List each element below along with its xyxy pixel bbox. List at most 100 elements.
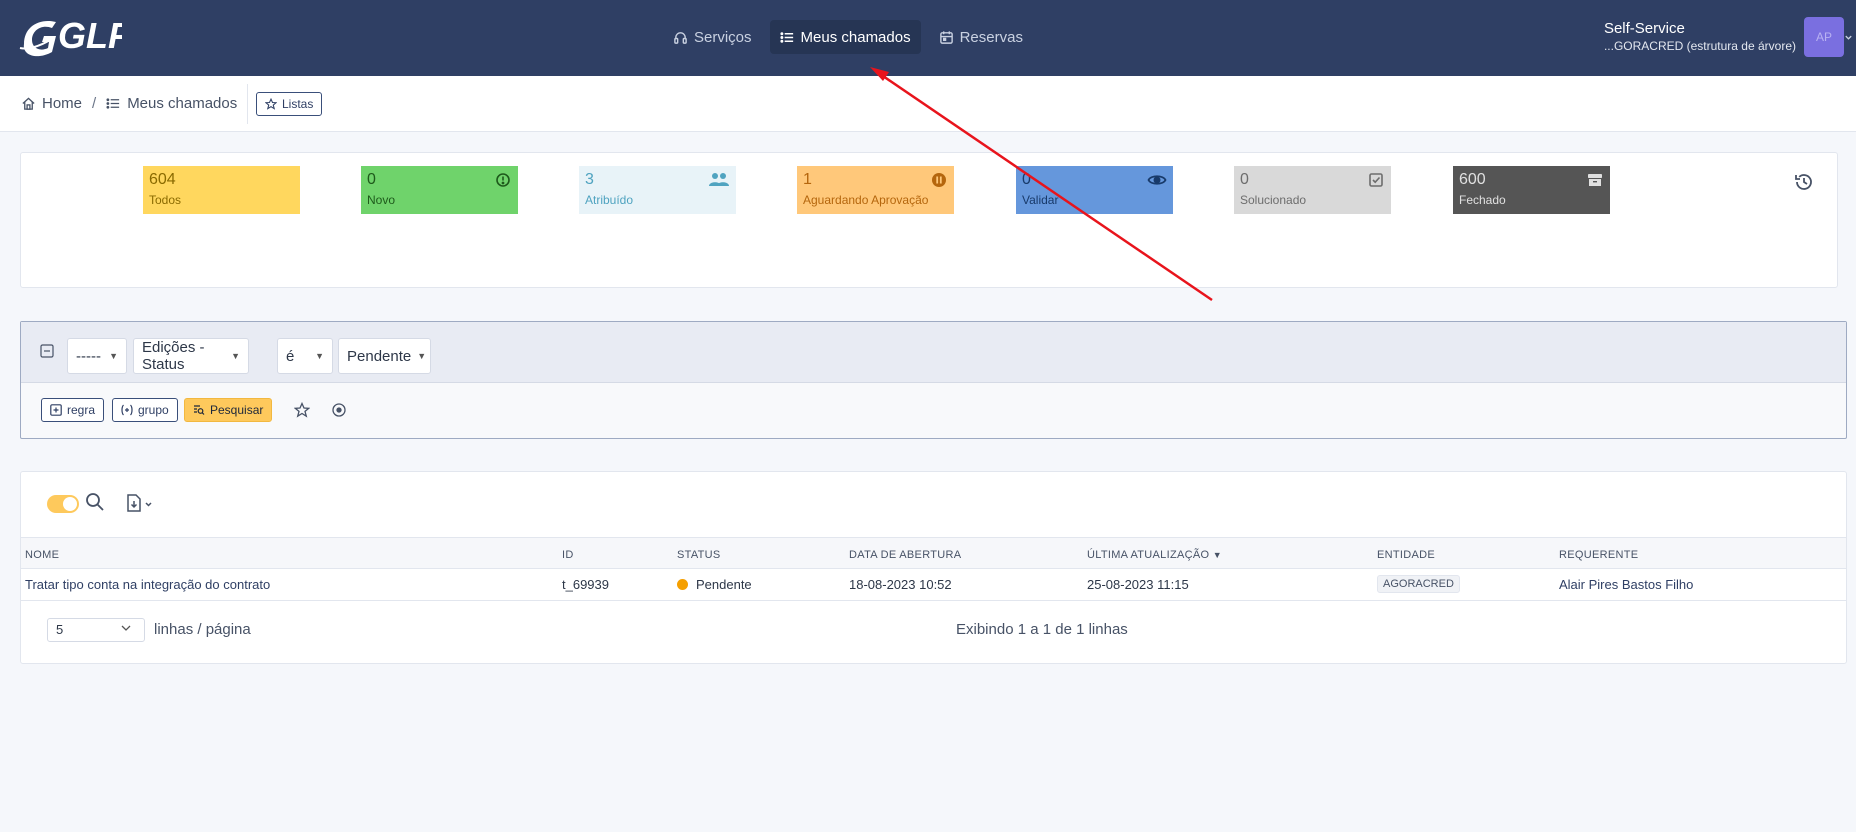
divider xyxy=(247,84,248,124)
tile-count: 1 xyxy=(803,171,812,188)
status-tile-solucionado[interactable]: 0 Solucionado xyxy=(1234,166,1391,214)
pause-circle-icon xyxy=(932,173,946,187)
column-header-requerente[interactable]: REQUERENTE xyxy=(1559,549,1638,561)
export-icon[interactable] xyxy=(125,493,155,513)
alert-circle-icon xyxy=(496,173,510,187)
main-nav: Serviços Meus chamados Reservas xyxy=(663,20,1033,54)
nav-label: Reservas xyxy=(959,28,1023,46)
status-tile-validar[interactable]: 0 Validar xyxy=(1016,166,1173,214)
table-header: NOME ID STATUS DATA DE ABERTURA ÚLTIMA A… xyxy=(21,537,1846,569)
status-tile-fechado[interactable]: 600 Fechado xyxy=(1453,166,1610,214)
breadcrumb: Home / Meus chamados xyxy=(21,95,237,112)
lists-button-label: Listas xyxy=(282,97,314,111)
column-header-data-abertura[interactable]: DATA DE ABERTURA xyxy=(849,549,961,561)
nav-label: Meus chamados xyxy=(800,28,911,46)
search-operator-select[interactable]: é ▼ xyxy=(277,338,333,374)
tile-label: Atribuído xyxy=(585,193,634,207)
tile-label: Fechado xyxy=(1459,193,1506,207)
star-icon xyxy=(265,98,277,110)
search-submit-button[interactable]: Pesquisar xyxy=(184,398,273,422)
list-icon xyxy=(106,98,120,109)
column-header-id[interactable]: ID xyxy=(562,549,574,561)
status-tile-aguardando-aprovacao[interactable]: 1 Aguardando Aprovação xyxy=(797,166,954,214)
breadcrumb-current[interactable]: Meus chamados xyxy=(127,95,237,112)
select-value: Edições - Status xyxy=(142,339,205,373)
status-tile-todos[interactable]: 604 Todos xyxy=(143,166,300,214)
chevron-down-icon: ▼ xyxy=(231,351,240,361)
nav-label: Serviços xyxy=(694,28,752,46)
results-panel: NOME ID STATUS DATA DE ABERTURA ÚLTIMA A… xyxy=(20,471,1847,664)
ticket-updated-date: 25-08-2023 11:15 xyxy=(1087,577,1189,592)
list-icon xyxy=(779,31,793,43)
tile-label: Aguardando Aprovação xyxy=(803,193,929,207)
add-rule-button[interactable]: regra xyxy=(41,398,105,422)
filter-search-icon xyxy=(194,405,205,415)
sort-desc-icon: ▼ xyxy=(1212,550,1222,560)
rows-per-page-select[interactable]: 5 xyxy=(47,618,145,642)
select-value: ----- xyxy=(76,347,101,365)
status-tile-novo[interactable]: 0 Novo xyxy=(361,166,518,214)
tile-label: Novo xyxy=(367,193,396,207)
tile-count: 0 xyxy=(1022,171,1031,188)
column-header-status[interactable]: STATUS xyxy=(677,549,721,561)
search-criteria-panel: ----- ▼ Edições - Status ▼ é ▼ Pendente ▼ re… xyxy=(20,321,1847,439)
search-value-select[interactable]: Pendente ▼ xyxy=(338,338,431,374)
plus-group-icon xyxy=(121,404,133,416)
column-header-entidade[interactable]: ENTIDADE xyxy=(1377,549,1435,561)
breadcrumb-home[interactable]: Home xyxy=(42,95,82,112)
lists-button[interactable]: Listas xyxy=(256,92,323,116)
select-value: Pendente xyxy=(347,347,412,365)
nav-item-meus-chamados[interactable]: Meus chamados xyxy=(769,20,921,54)
history-icon[interactable] xyxy=(1793,171,1815,193)
breadcrumb-bar: Home / Meus chamados Listas xyxy=(0,76,1856,132)
ticket-opened-date: 18-08-2023 10:52 xyxy=(849,577,952,592)
search-criteria-select[interactable]: Edições - Status ▼ xyxy=(133,338,249,374)
status-pending-icon xyxy=(677,579,688,590)
entity-badge: AGORACRED xyxy=(1377,575,1460,593)
users-icon xyxy=(709,173,729,186)
select-value: 5 xyxy=(56,622,64,637)
select-value: é xyxy=(286,347,295,365)
collapse-icon[interactable] xyxy=(40,344,54,358)
nav-item-servicos[interactable]: Serviços xyxy=(663,20,762,54)
display-toggle[interactable] xyxy=(47,495,79,513)
ticket-name-link[interactable]: Tratar tipo conta na integração do contr… xyxy=(25,577,270,592)
search-submit-label: Pesquisar xyxy=(210,403,264,417)
tile-count: 604 xyxy=(149,171,176,188)
column-header-nome[interactable]: NOME xyxy=(25,549,59,561)
logo-text: GLPI xyxy=(58,15,122,56)
search-icon[interactable] xyxy=(85,492,105,512)
checkbox-icon xyxy=(1369,173,1383,187)
tile-count: 0 xyxy=(367,171,376,188)
ticket-id: t_69939 xyxy=(562,577,609,592)
tile-count: 0 xyxy=(1240,171,1249,188)
status-summary-card: 604 Todos 0 Novo 3 Atribuído 1 Aguardand… xyxy=(20,152,1838,288)
breadcrumb-separator: / xyxy=(92,95,97,112)
star-icon[interactable] xyxy=(294,402,310,418)
column-header-ultima-atualizacao[interactable]: ÚLTIMA ATUALIZAÇÃO ▼ xyxy=(1087,549,1222,561)
chevron-down-icon xyxy=(121,625,131,631)
status-label: Pendente xyxy=(696,577,752,592)
chevron-down-icon[interactable] xyxy=(1844,17,1856,57)
add-group-button[interactable]: grupo xyxy=(112,398,178,422)
search-field-select[interactable]: ----- ▼ xyxy=(67,338,127,374)
nav-item-reservas[interactable]: Reservas xyxy=(929,20,1033,54)
requester-link[interactable]: Alair Pires Bastos Filho xyxy=(1559,577,1693,592)
user-menu[interactable]: Self-Service ...GORACRED (estrutura de á… xyxy=(1604,17,1856,57)
archive-icon xyxy=(1588,174,1602,186)
chevron-down-icon: ▼ xyxy=(109,351,118,361)
plus-square-icon xyxy=(50,404,62,416)
tile-label: Validar xyxy=(1022,193,1059,207)
status-tile-atribuido[interactable]: 3 Atribuído xyxy=(579,166,736,214)
chevron-down-icon: ▼ xyxy=(417,351,427,361)
tile-label: Solucionado xyxy=(1240,193,1307,207)
glpi-logo[interactable]: GLPI xyxy=(18,14,143,60)
headset-icon xyxy=(674,31,687,44)
user-profile: Self-Service xyxy=(1603,20,1685,37)
home-icon xyxy=(22,97,35,110)
avatar[interactable]: AP xyxy=(1804,17,1844,57)
top-navbar: GLPI Serviços Meus chamados Reservas Sel… xyxy=(0,0,1856,76)
column-header-label: ÚLTIMA ATUALIZAÇÃO xyxy=(1087,549,1210,561)
eye-icon xyxy=(1147,175,1167,185)
reset-icon[interactable] xyxy=(331,402,347,418)
